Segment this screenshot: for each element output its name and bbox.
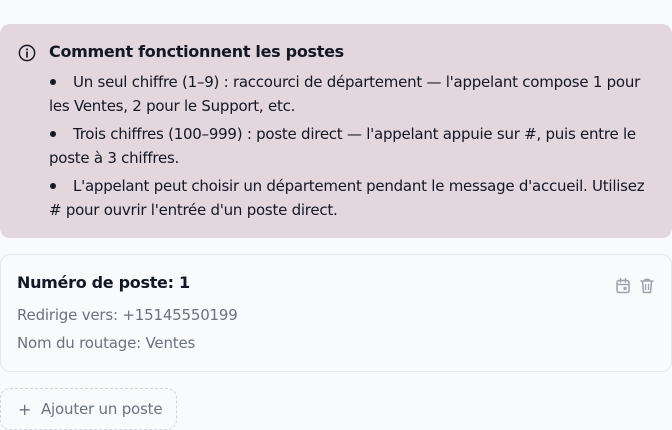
- extension-number: Numéro de poste: 1: [17, 273, 190, 292]
- info-circle-icon: [18, 44, 36, 62]
- plus-icon: +: [18, 400, 32, 419]
- calendar-icon[interactable]: [615, 277, 631, 295]
- trash-icon[interactable]: [639, 277, 655, 295]
- info-bullet: Un seul chiffre (1–9) : raccourci de dép…: [49, 73, 641, 115]
- info-bullet: L'appelant peut choisir un département p…: [49, 177, 645, 219]
- forward-to-text: Redirige vers: +15145550199: [17, 306, 238, 324]
- info-bullet: Trois chiffres (100–999) : poste direct …: [49, 125, 636, 167]
- add-extension-label: Ajouter un poste: [41, 400, 163, 418]
- info-title: Comment fonctionnent les postes: [49, 42, 344, 61]
- add-extension-button[interactable]: + Ajouter un poste: [0, 388, 177, 430]
- info-bullet-list: Un seul chiffre (1–9) : raccourci de dép…: [49, 70, 661, 226]
- route-name-text: Nom du routage: Ventes: [17, 334, 196, 352]
